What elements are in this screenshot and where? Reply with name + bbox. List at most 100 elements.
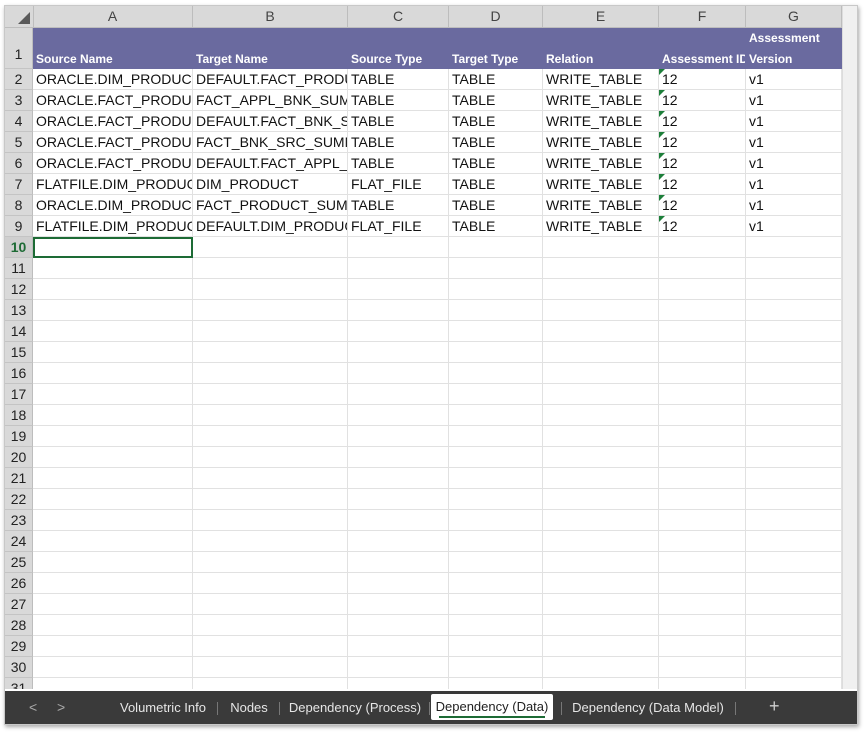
- empty-cell[interactable]: [449, 510, 543, 531]
- empty-cell[interactable]: [193, 426, 348, 447]
- number-as-text-warning-icon[interactable]: [659, 153, 665, 159]
- empty-cell[interactable]: [659, 510, 746, 531]
- empty-cell[interactable]: [348, 363, 449, 384]
- cell-target-type[interactable]: TABLE: [449, 195, 543, 216]
- empty-cell[interactable]: [449, 531, 543, 552]
- cell-assessment-id[interactable]: 12: [659, 216, 746, 237]
- row-number[interactable]: 28: [5, 615, 33, 636]
- cell-source-name[interactable]: FLATFILE.DIM_PRODUCT_: [33, 216, 193, 237]
- empty-cell[interactable]: [449, 447, 543, 468]
- cell-assessment-version[interactable]: v1: [746, 132, 842, 153]
- empty-cell[interactable]: [348, 468, 449, 489]
- row-number[interactable]: 2: [5, 69, 33, 90]
- empty-cell[interactable]: [193, 384, 348, 405]
- empty-cell[interactable]: [33, 573, 193, 594]
- cell-source-type[interactable]: TABLE: [348, 195, 449, 216]
- empty-cell[interactable]: [746, 594, 842, 615]
- empty-cell[interactable]: [746, 657, 842, 678]
- empty-cell[interactable]: [543, 636, 659, 657]
- empty-cell[interactable]: [193, 636, 348, 657]
- empty-cell[interactable]: [348, 258, 449, 279]
- empty-cell[interactable]: [659, 405, 746, 426]
- empty-cell[interactable]: [543, 468, 659, 489]
- row-number[interactable]: 29: [5, 636, 33, 657]
- cell-source-type[interactable]: FLAT_FILE: [348, 216, 449, 237]
- empty-cell[interactable]: [659, 678, 746, 689]
- number-as-text-warning-icon[interactable]: [659, 216, 665, 222]
- empty-cell[interactable]: [348, 636, 449, 657]
- empty-cell[interactable]: [746, 447, 842, 468]
- empty-cell[interactable]: [348, 531, 449, 552]
- empty-cell[interactable]: [33, 342, 193, 363]
- empty-cell[interactable]: [193, 489, 348, 510]
- cell-assessment-version[interactable]: v1: [746, 69, 842, 90]
- column-header-d[interactable]: D: [449, 6, 543, 27]
- empty-cell[interactable]: [348, 384, 449, 405]
- empty-cell[interactable]: [543, 510, 659, 531]
- cell-target-type[interactable]: TABLE: [449, 111, 543, 132]
- cell-source-name[interactable]: ORACLE.DIM_PRODUCT: [33, 195, 193, 216]
- cell-relation[interactable]: WRITE_TABLE: [543, 174, 659, 195]
- empty-cell[interactable]: [193, 300, 348, 321]
- empty-cell[interactable]: [659, 615, 746, 636]
- cell-assessment-id[interactable]: 12: [659, 90, 746, 111]
- cell-source-type[interactable]: TABLE: [348, 90, 449, 111]
- cell-source-name[interactable]: FLATFILE.DIM_PRODUCT_: [33, 174, 193, 195]
- empty-cell[interactable]: [348, 552, 449, 573]
- empty-cell[interactable]: [449, 405, 543, 426]
- empty-cell[interactable]: [193, 237, 348, 258]
- prev-sheet-arrow-icon[interactable]: <: [29, 691, 37, 724]
- cell-source-type[interactable]: TABLE: [348, 111, 449, 132]
- number-as-text-warning-icon[interactable]: [659, 90, 665, 96]
- row-number[interactable]: 10: [5, 237, 33, 258]
- empty-cell[interactable]: [543, 678, 659, 689]
- header-cell-target-type[interactable]: Target Type: [449, 28, 543, 69]
- empty-cell[interactable]: [543, 615, 659, 636]
- cell-target-name[interactable]: DEFAULT.DIM_PRODUCT: [193, 216, 348, 237]
- cell-assessment-version[interactable]: v1: [746, 174, 842, 195]
- empty-cell[interactable]: [746, 405, 842, 426]
- cell-relation[interactable]: WRITE_TABLE: [543, 153, 659, 174]
- column-header-c[interactable]: C: [348, 6, 449, 27]
- row-number[interactable]: 20: [5, 447, 33, 468]
- row-number[interactable]: 18: [5, 405, 33, 426]
- empty-cell[interactable]: [449, 552, 543, 573]
- empty-cell[interactable]: [33, 594, 193, 615]
- empty-cell[interactable]: [193, 405, 348, 426]
- cell-target-type[interactable]: TABLE: [449, 90, 543, 111]
- empty-cell[interactable]: [348, 342, 449, 363]
- column-header-f[interactable]: F: [659, 6, 746, 27]
- header-cell-assessment-id[interactable]: Assessment ID: [659, 28, 746, 69]
- row-number[interactable]: 30: [5, 657, 33, 678]
- cell-assessment-version[interactable]: v1: [746, 111, 842, 132]
- empty-cell[interactable]: [659, 636, 746, 657]
- empty-cell[interactable]: [659, 279, 746, 300]
- empty-cell[interactable]: [543, 489, 659, 510]
- empty-cell[interactable]: [33, 510, 193, 531]
- empty-cell[interactable]: [348, 426, 449, 447]
- cell-assessment-id[interactable]: 12: [659, 195, 746, 216]
- empty-cell[interactable]: [659, 573, 746, 594]
- empty-cell[interactable]: [543, 531, 659, 552]
- add-sheet-icon[interactable]: +: [769, 691, 780, 724]
- column-header-e[interactable]: E: [543, 6, 659, 27]
- cell-assessment-id[interactable]: 12: [659, 111, 746, 132]
- empty-cell[interactable]: [746, 468, 842, 489]
- number-as-text-warning-icon[interactable]: [659, 174, 665, 180]
- row-number[interactable]: 13: [5, 300, 33, 321]
- empty-cell[interactable]: [659, 468, 746, 489]
- empty-cell[interactable]: [746, 552, 842, 573]
- empty-cell[interactable]: [746, 531, 842, 552]
- number-as-text-warning-icon[interactable]: [659, 132, 665, 138]
- empty-cell[interactable]: [659, 342, 746, 363]
- empty-cell[interactable]: [659, 321, 746, 342]
- empty-cell[interactable]: [449, 279, 543, 300]
- empty-cell[interactable]: [659, 594, 746, 615]
- cell-target-name[interactable]: FACT_PRODUCT_SUMM: [193, 195, 348, 216]
- active-cell[interactable]: [33, 237, 193, 258]
- empty-cell[interactable]: [193, 279, 348, 300]
- empty-cell[interactable]: [348, 594, 449, 615]
- cell-relation[interactable]: WRITE_TABLE: [543, 216, 659, 237]
- cell-relation[interactable]: WRITE_TABLE: [543, 195, 659, 216]
- row-number[interactable]: 31: [5, 678, 33, 689]
